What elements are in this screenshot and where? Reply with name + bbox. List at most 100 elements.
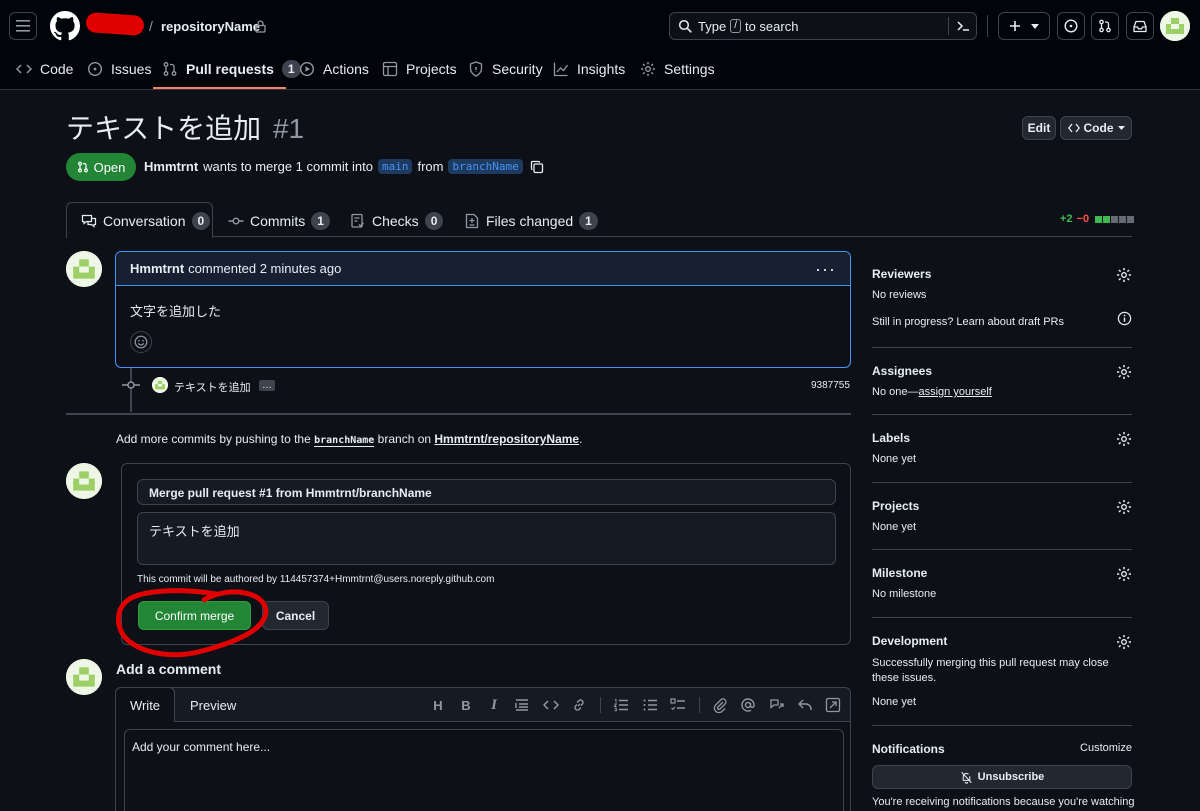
gear-icon[interactable]	[1116, 566, 1132, 582]
nav-settings[interactable]: Settings	[640, 58, 715, 80]
identicon-icon	[66, 251, 102, 287]
lock-icon	[255, 20, 266, 33]
reply-icon[interactable]	[797, 697, 813, 713]
menu-button[interactable]	[9, 12, 37, 40]
search-input[interactable]: Type / to search	[669, 12, 977, 40]
gear-icon[interactable]	[1116, 267, 1132, 283]
heading-icon[interactable]: H	[430, 697, 446, 713]
comment-author-avatar[interactable]	[66, 251, 102, 287]
pull-requests-header-button[interactable]	[1091, 12, 1119, 40]
nav-issues[interactable]: Issues	[87, 58, 151, 80]
diffstat: +2 −0	[1060, 213, 1135, 225]
customize-notifications-link[interactable]: Customize	[1080, 742, 1132, 754]
paperclip-icon[interactable]	[712, 697, 728, 713]
user-avatar[interactable]	[1160, 11, 1190, 41]
caret-down-icon	[1117, 126, 1125, 130]
mention-icon[interactable]	[740, 697, 756, 713]
gear-icon[interactable]	[1116, 431, 1132, 447]
comment-discussion-icon	[81, 214, 97, 228]
tab-conversation[interactable]: Conversation 0	[81, 206, 211, 236]
tasklist-icon[interactable]	[670, 697, 686, 713]
nav-security[interactable]: Security	[468, 58, 543, 80]
sidebar-reviewers: Reviewers No reviews Still in progress? …	[872, 267, 1132, 328]
commit-expand-button[interactable]: …	[259, 380, 275, 391]
quote-icon[interactable]	[514, 697, 530, 713]
new-comment-avatar[interactable]	[66, 659, 102, 695]
comment-textarea[interactable]: Add your comment here...	[124, 729, 844, 811]
comment-options-icon[interactable]: ···	[815, 260, 836, 278]
caret-down-icon	[1031, 23, 1039, 29]
link-icon[interactable]	[571, 697, 587, 713]
editor-tab-write[interactable]: Write	[115, 687, 175, 722]
search-icon	[678, 19, 692, 33]
comment-header: Hmmtrnt commented 2 minutes ago ···	[116, 252, 850, 286]
draft-pr-hint-link[interactable]: Still in progress? Learn about draft PRs	[872, 316, 1132, 328]
pr-description-comment: Hmmtrnt commented 2 minutes ago ··· 文字を追…	[115, 251, 851, 368]
code-icon[interactable]	[543, 697, 559, 713]
head-branch-link[interactable]: branchName	[448, 159, 523, 174]
gear-icon[interactable]	[1116, 634, 1132, 650]
top-header: / repositoryName Type / to search Code I…	[0, 0, 1200, 90]
inbox-header-button[interactable]	[1126, 12, 1154, 40]
code-icon	[1067, 123, 1080, 133]
nav-active-indicator	[153, 87, 286, 89]
search-placeholder-prefix: Type	[698, 18, 727, 34]
command-palette-button[interactable]	[949, 13, 976, 39]
edit-title-button[interactable]: Edit	[1022, 116, 1056, 140]
add-reaction-button[interactable]	[130, 331, 152, 353]
git-pull-request-icon	[1099, 19, 1111, 33]
copy-icon[interactable]	[530, 160, 544, 174]
commit-author-avatar[interactable]	[152, 377, 168, 393]
unsubscribe-button[interactable]: Unsubscribe	[872, 765, 1132, 789]
nav-actions[interactable]: Actions	[299, 58, 369, 80]
nav-pull-requests[interactable]: Pull requests 1	[162, 58, 301, 80]
assign-yourself-link[interactable]: assign yourself	[918, 386, 991, 398]
terminal-icon	[956, 21, 969, 31]
github-logo-icon[interactable]	[50, 11, 80, 41]
toolbar-divider-2	[699, 697, 700, 713]
info-icon[interactable]	[1117, 311, 1132, 326]
create-new-button[interactable]	[998, 12, 1050, 40]
sidebar-divider	[872, 347, 1132, 348]
gear-icon[interactable]	[1116, 364, 1132, 380]
editor-tab-preview[interactable]: Preview	[190, 698, 236, 713]
shield-icon	[469, 61, 483, 77]
code-dropdown-button[interactable]: Code	[1060, 116, 1132, 140]
pr-author-link[interactable]: Hmmtrnt	[144, 159, 198, 174]
owner-name-redacted[interactable]	[85, 12, 145, 36]
italic-icon[interactable]: I	[486, 697, 502, 713]
nav-projects[interactable]: Projects	[382, 58, 457, 80]
tab-checks[interactable]: Checks 0	[350, 206, 444, 236]
commit-message-link[interactable]: テキストを追加	[174, 379, 251, 395]
commit-sha-link[interactable]: 9387755	[811, 380, 850, 391]
sidebar-divider	[872, 549, 1132, 550]
sidebar-divider	[872, 725, 1132, 726]
comment-meta[interactable]: commented 2 minutes ago	[188, 261, 341, 276]
repo-name-link[interactable]: repositoryName	[161, 19, 260, 34]
merge-author-avatar[interactable]	[66, 463, 102, 499]
push-hint-branch[interactable]: branchName	[314, 435, 375, 447]
gear-icon[interactable]	[1116, 499, 1132, 515]
diff-deletions: −0	[1076, 213, 1090, 225]
nav-insights[interactable]: Insights	[553, 58, 625, 80]
pr-title-text: テキストを追加	[66, 113, 262, 144]
sidebar-divider	[872, 414, 1132, 415]
git-pull-request-icon	[77, 161, 88, 173]
base-branch-link[interactable]: main	[377, 159, 413, 174]
graph-icon	[553, 62, 569, 77]
bold-icon[interactable]: B	[458, 697, 474, 713]
tab-commits[interactable]: Commits 1	[228, 206, 330, 236]
nav-code[interactable]: Code	[16, 58, 73, 80]
cross-reference-icon[interactable]	[769, 697, 785, 713]
issues-header-button[interactable]	[1057, 12, 1085, 40]
push-hint-repo-link[interactable]: Hmmtrnt/repositoryName	[434, 432, 579, 446]
table-icon	[382, 61, 398, 77]
ordered-list-icon[interactable]	[613, 697, 629, 713]
unordered-list-icon[interactable]	[642, 697, 658, 713]
commit-body-textarea[interactable]: テキストを追加	[137, 512, 836, 565]
fullscreen-icon[interactable]	[825, 697, 841, 713]
tab-files-changed[interactable]: Files changed 1	[464, 206, 598, 236]
comment-author-link[interactable]: Hmmtrnt	[130, 261, 184, 276]
diffstat-bars	[1095, 215, 1135, 223]
commit-title-input[interactable]: Merge pull request #1 from Hmmtrnt/branc…	[137, 479, 836, 505]
